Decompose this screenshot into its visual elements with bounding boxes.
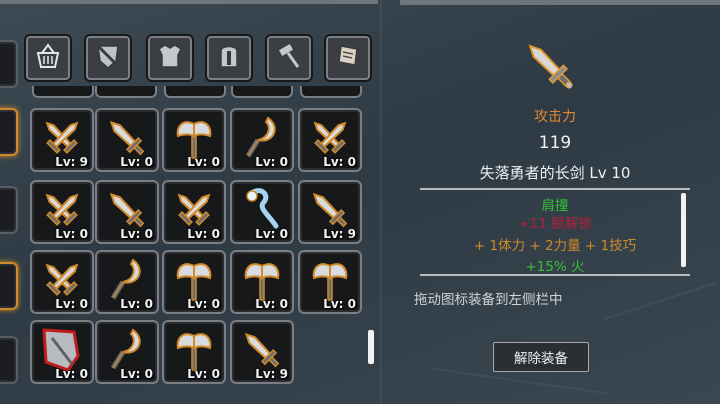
inventory-slot[interactable]: Lv: 0	[298, 250, 362, 314]
inventory-slot[interactable]: Lv: 9	[230, 320, 294, 384]
inventory-slot[interactable]: Lv: 9	[298, 180, 362, 244]
item-name: 失落勇者的长剑 Lv 10	[479, 164, 631, 182]
item-level: Lv: 0	[255, 155, 288, 169]
item-level: Lv: 9	[55, 155, 88, 169]
attribute-unlock: +11 额解锁	[518, 216, 592, 232]
item-level: Lv: 0	[323, 297, 356, 311]
tab-basket[interactable]	[24, 34, 72, 82]
inventory-slot[interactable]: Lv: 0	[230, 180, 294, 244]
detail-scrollbar[interactable]	[681, 193, 686, 267]
grid-row-partial	[32, 86, 94, 98]
item-level: Lv: 0	[187, 297, 220, 311]
inventory-slot[interactable]: Lv: 0	[298, 108, 362, 172]
item-level: Lv: 0	[187, 227, 220, 241]
inventory-slot[interactable]: Lv: 0	[95, 180, 159, 244]
inventory-slot[interactable]: Lv: 0	[162, 250, 226, 314]
equip-slot-ring[interactable]	[0, 262, 18, 310]
inventory-slot[interactable]: Lv: 0	[230, 250, 294, 314]
tab-shield[interactable]	[84, 34, 132, 82]
scroll-icon	[333, 41, 363, 75]
inventory-slot[interactable]: Lv: 0	[30, 320, 94, 384]
grid-row-partial	[231, 86, 293, 98]
tab-armor[interactable]	[146, 34, 194, 82]
inventory-slot[interactable]: Lv: 9	[30, 108, 94, 172]
inventory-top-frame	[0, 0, 378, 4]
unequip-button[interactable]: 解除装备	[493, 342, 589, 372]
inventory-slot[interactable]: Lv: 0	[230, 108, 294, 172]
grid-row-partial	[300, 86, 362, 98]
inventory-slot[interactable]: Lv: 0	[95, 250, 159, 314]
equip-slot-accessory[interactable]	[0, 186, 18, 234]
attribute-stats: + 1体力 + 2力量 + 1技巧	[473, 238, 637, 254]
divider	[420, 274, 690, 276]
equip-slot-armor[interactable]	[0, 108, 18, 156]
armor-icon	[155, 41, 185, 75]
attribute-fire: +15% 火	[525, 259, 585, 275]
item-level: Lv: 0	[120, 297, 153, 311]
item-level: Lv: 0	[187, 155, 220, 169]
attribute-skill: 肩撞	[541, 198, 569, 214]
grid-row-partial	[95, 86, 157, 98]
detail-top-frame	[400, 0, 720, 5]
inventory-slot[interactable]: Lv: 0	[30, 180, 94, 244]
inventory-slot[interactable]: Lv: 0	[95, 320, 159, 384]
selected-item-icon	[520, 36, 580, 96]
item-level: Lv: 0	[255, 227, 288, 241]
equip-slot-extra[interactable]	[0, 336, 18, 384]
tab-helmet[interactable]	[205, 34, 253, 82]
inventory-slot[interactable]: Lv: 0	[162, 108, 226, 172]
item-level: Lv: 9	[323, 227, 356, 241]
divider	[420, 188, 690, 190]
basket-icon	[33, 41, 63, 75]
equip-slot-weapon[interactable]	[0, 40, 18, 88]
inventory-slot[interactable]: Lv: 0	[95, 108, 159, 172]
item-level: Lv: 0	[55, 367, 88, 381]
item-level: Lv: 0	[255, 297, 288, 311]
item-level: Lv: 9	[255, 367, 288, 381]
grid-row-partial	[164, 86, 226, 98]
inventory-scrollbar[interactable]	[368, 330, 374, 364]
inventory-slot[interactable]: Lv: 0	[162, 180, 226, 244]
tab-scroll[interactable]	[324, 34, 372, 82]
helmet-icon	[214, 41, 244, 75]
item-level: Lv: 0	[120, 227, 153, 241]
item-level: Lv: 0	[187, 367, 220, 381]
equip-hint: 拖动图标装备到左侧栏中	[414, 292, 563, 308]
hammer-icon	[274, 41, 304, 75]
item-level: Lv: 0	[55, 297, 88, 311]
item-level: Lv: 0	[120, 367, 153, 381]
stat-label: 攻击力	[534, 109, 576, 125]
shield-sword-icon	[93, 41, 123, 75]
item-level: Lv: 0	[323, 155, 356, 169]
stat-value: 119	[538, 133, 572, 153]
item-level: Lv: 0	[55, 227, 88, 241]
inventory-slot[interactable]: Lv: 0	[162, 320, 226, 384]
tab-hammer[interactable]	[265, 34, 313, 82]
inventory-slot[interactable]: Lv: 0	[30, 250, 94, 314]
item-level: Lv: 0	[120, 155, 153, 169]
